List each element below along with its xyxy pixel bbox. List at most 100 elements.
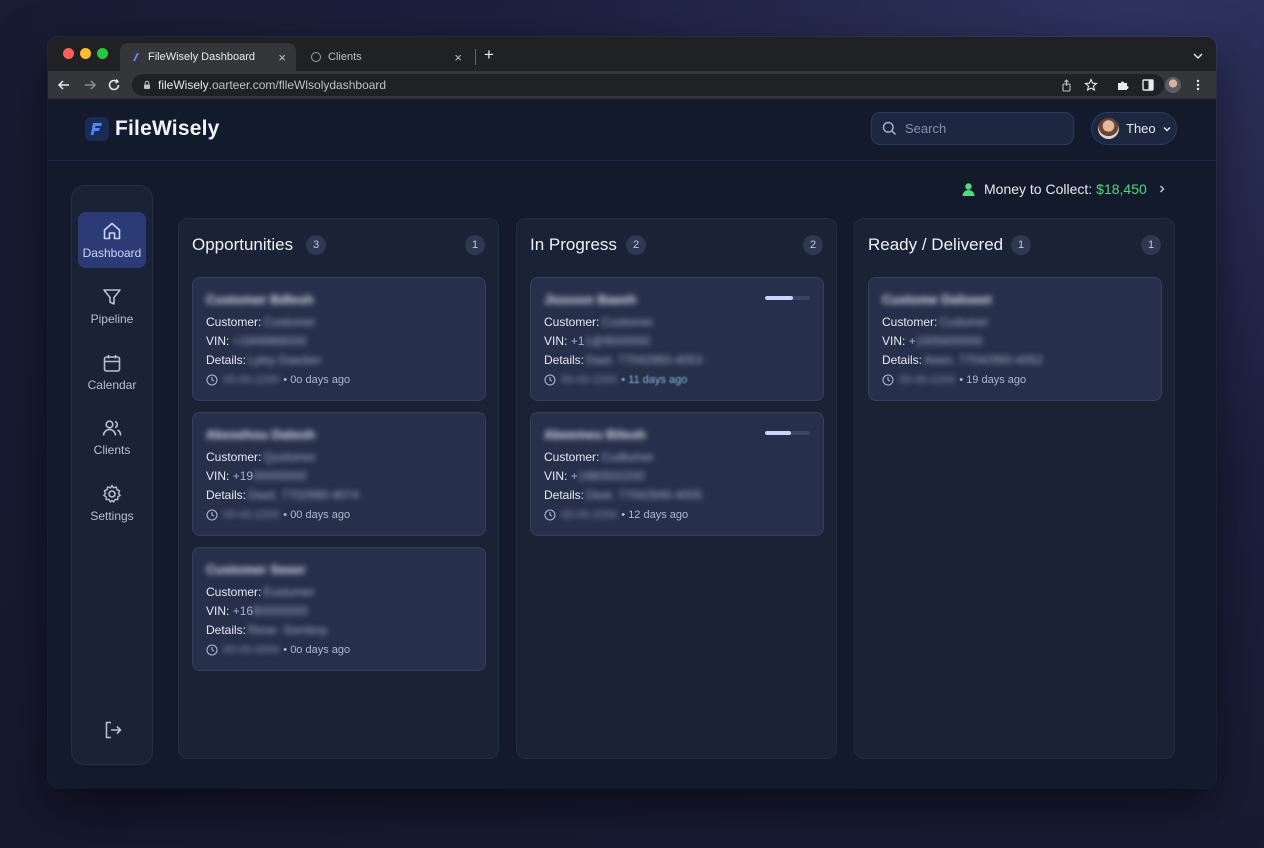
sidebar-item-pipeline[interactable]: Pipeline [78,278,146,334]
card-meta: 00-00-2200 • 19 days ago [882,374,1026,386]
tab-filewisely-dashboard[interactable]: FileWisely Dashboard × [120,43,296,71]
column-title: Opportunities [192,235,294,254]
progress-bar [765,431,810,435]
card-title: Customer Bdlesh [206,292,314,307]
deal-card[interactable]: Jiosoon Baeeh Customer: Customer VIN: +11… [530,277,824,401]
minimize-window-button[interactable] [80,48,91,59]
sidebar-item-calendar[interactable]: Calendar [78,344,146,400]
url-path: .oarteer.com/flleWlsolydashboard [208,78,387,92]
card-customer: Customer: Customer [206,315,316,329]
browser-menu-icon[interactable] [1190,77,1206,93]
tab-close-icon[interactable]: × [278,50,286,65]
deal-card[interactable]: Abeemeu Bileoh Customer: Cudtumer VIN: +1… [530,412,824,536]
card-details: Details: Daet. 77042950-4053 [544,353,703,367]
reload-icon[interactable] [106,77,122,93]
sidebar: Dashboard Pipeline Calendar Clients Sett… [71,185,153,765]
forward-arrow-icon[interactable] [82,77,98,93]
home-icon [101,220,123,242]
url-host: fileWisely [158,78,209,92]
tab-strip: FileWisely Dashboard × Clients × + [48,37,1216,71]
filter-icon [101,286,123,308]
site-info-icon[interactable] [142,80,152,90]
deal-card[interactable]: Customer Seeer Customer: Eustumer VIN: +1… [192,547,486,671]
card-title: Abeemeu Bileoh [544,427,646,442]
column-title: In Progress [530,235,617,254]
calendar-icon [101,352,123,374]
card-details: Details: Rese- Somboy [206,623,328,637]
deal-card[interactable]: Custome Dalioeet Customer: Cudumer VIN: +… [868,277,1162,401]
back-arrow-icon[interactable] [56,77,72,93]
card-details: Details: Aeen. 77042950-4052 [882,353,1043,367]
tab-separator [475,49,476,65]
card-meta: 00-00-2200 • 11 days ago [544,374,687,386]
card-meta: 00-00-2200 • 12 days ago [544,509,688,521]
tab-title: Clients [328,51,362,63]
clock-icon [206,374,218,386]
card-details: Details: Deet. 77042945-4005 [544,488,703,502]
column-ready-delivered: Ready / Delivered 1 1 Custome Dalioeet C… [854,218,1175,759]
share-icon[interactable] [1060,74,1073,96]
tab-clients[interactable]: Clients × [300,43,472,71]
card-meta: 00-00-2200 • 0o days ago [206,374,350,386]
money-to-collect-link[interactable]: Money to Collect: $18,450 [961,179,1167,199]
avatar [1098,118,1119,139]
deal-card[interactable]: Akesehou Daleoh Customer: Qustomer VIN: +… [192,412,486,536]
card-vin: VIN: +1005600000 [882,334,983,348]
sidebar-item-clients[interactable]: Clients [78,409,146,465]
card-meta: 00-00-0000 • 0o days ago [206,644,350,656]
column-badge: 1 [1141,235,1161,255]
sidebar-item-dashboard[interactable]: Dashboard [78,212,146,268]
sidebar-item-label: Clients [93,443,131,457]
sidebar-item-label: Calendar [87,378,137,392]
browser-toolbar: fileWisely .oarteer.com/flleWlsolydashboa… [48,71,1216,99]
clock-icon [882,374,894,386]
card-title: Custome Dalioeet [882,292,992,307]
card-customer: Customer: Eustumer [206,585,315,599]
sidebar-item-label: Settings [90,509,134,523]
card-meta: 00-00-2200 • 00 days ago [206,509,350,521]
user-name: Theo [1126,121,1156,136]
card-details: Details: Lyley Daedan [206,353,321,367]
card-details: Details: Dwel, 7702990-4074 [206,488,359,502]
column-count-badge: 2 [626,235,646,255]
tab-close-icon[interactable]: × [454,50,462,65]
globe-icon [310,51,322,63]
column-count-badge: 3 [306,235,326,255]
close-window-button[interactable] [63,48,74,59]
person-money-icon [961,182,976,197]
user-menu-button[interactable]: Theo [1091,112,1177,145]
clock-icon [206,644,218,656]
sidebar-item-label: Pipeline [90,312,134,326]
column-badge: 1 [465,235,485,255]
column-count-badge: 1 [1011,235,1031,255]
money-label: Money to Collect: [984,181,1093,197]
logout-icon[interactable] [102,719,124,741]
maximize-window-button[interactable] [97,48,108,59]
address-bar[interactable]: fileWisely .oarteer.com/flleWlsolydashboa… [132,74,1164,96]
side-panel-icon[interactable] [1140,77,1156,93]
deal-card[interactable]: Customer Bdlesh Customer: Customer VIN: +… [192,277,486,401]
card-vin: VIN: +11@9500000 [544,334,650,348]
sidebar-item-settings[interactable]: Settings [78,475,146,531]
extensions-puzzle-icon[interactable] [1115,77,1131,93]
new-tab-button[interactable]: + [484,45,494,65]
sidebar-item-label: Dashboard [82,246,142,260]
app-logo-text[interactable]: FileWisely [115,117,220,141]
chevron-right-icon [1157,184,1167,194]
card-customer: Customer: Cudumer [882,315,989,329]
app-header: FileWisely Theo [48,99,1216,161]
card-vin: VIN: +1900000000 [206,469,307,483]
card-customer: Customer: Customer [544,315,654,329]
column-in-progress: In Progress 2 2 Jiosoon Baeeh Customer: C… [516,218,837,759]
profile-avatar[interactable] [1165,77,1181,93]
search-field[interactable] [871,112,1074,145]
search-icon [882,121,897,136]
clock-icon [206,509,218,521]
card-customer: Customer: Qustomer [206,450,317,464]
card-title: Jiosoon Baeeh [544,292,637,307]
filewisely-favicon-icon [130,51,142,63]
search-input[interactable] [905,121,1055,136]
filewisely-logo-icon[interactable] [85,117,109,141]
bookmark-star-icon[interactable] [1084,74,1098,96]
tab-search-chevron-icon[interactable] [1192,49,1204,67]
